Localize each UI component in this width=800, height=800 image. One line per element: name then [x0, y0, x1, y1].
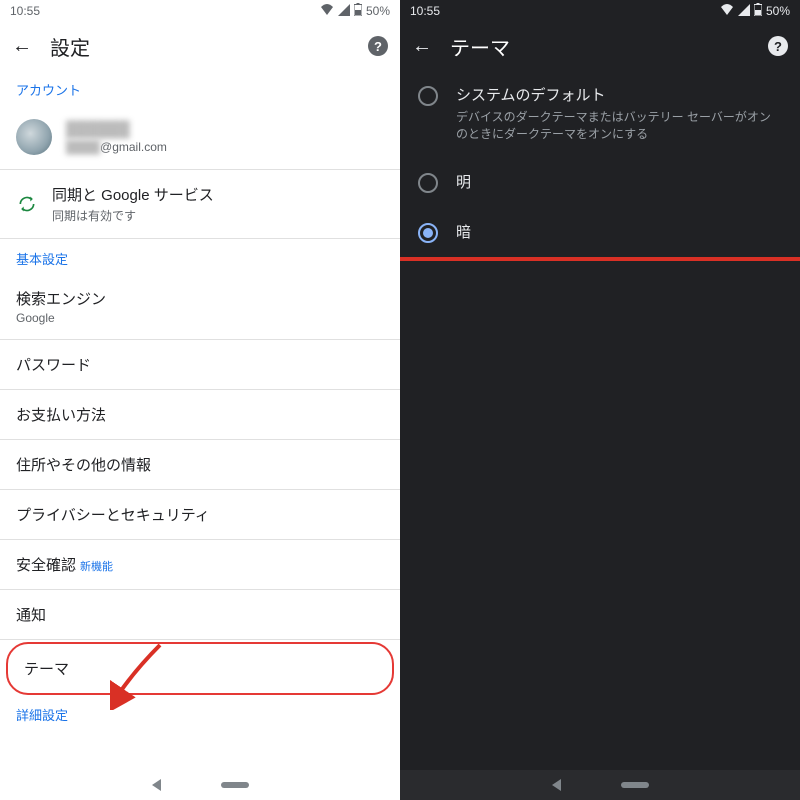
account-email: ████@gmail.com: [66, 140, 167, 154]
sync-sub: 同期は有効です: [52, 207, 214, 224]
opt3-label: 暗: [456, 221, 471, 242]
notifications-row[interactable]: 通知: [0, 590, 400, 640]
safety-row[interactable]: 安全確認新機能: [0, 540, 400, 590]
new-badge: 新機能: [80, 561, 113, 573]
section-basic: 基本設定: [0, 239, 400, 274]
wifi-icon: [320, 4, 334, 19]
radio-unselected-icon: [418, 86, 438, 106]
avatar: [16, 119, 52, 155]
sync-row[interactable]: 同期と Google サービス 同期は有効です: [0, 170, 400, 239]
navbar-dark: [400, 770, 800, 800]
radio-selected-icon: [418, 223, 438, 243]
payment-row[interactable]: お支払い方法: [0, 390, 400, 440]
back-icon-dark[interactable]: ←: [412, 36, 432, 56]
signal-icon: [738, 4, 750, 19]
nav-back-icon[interactable]: [552, 779, 561, 791]
help-icon-dark[interactable]: ?: [768, 36, 788, 56]
battery-percent-dark: 50%: [766, 4, 790, 18]
address-label: 住所やその他の情報: [16, 454, 384, 475]
sync-title: 同期と Google サービス: [52, 184, 214, 205]
status-bar: 10:55 50%: [0, 0, 400, 22]
search-engine-row[interactable]: 検索エンジン Google: [0, 274, 400, 340]
theme-option-light[interactable]: 明: [400, 157, 800, 207]
theme-option-dark[interactable]: 暗: [400, 207, 800, 257]
privacy-row[interactable]: プライバシーとセキュリティ: [0, 490, 400, 540]
annotation-underline: [400, 257, 800, 261]
sync-icon: [16, 193, 38, 215]
page-title-dark: テーマ: [450, 32, 750, 61]
theme-row[interactable]: テーマ: [6, 642, 394, 695]
nav-home-pill[interactable]: [621, 782, 649, 788]
wifi-icon: [720, 4, 734, 19]
advanced-row[interactable]: 詳細設定: [0, 697, 400, 732]
settings-panel-light: 10:55 50% ← 設定 ? アカウント ██████ ████@gmail…: [0, 0, 400, 800]
theme-option-system[interactable]: システムのデフォルト デバイスのダークテーマまたはバッテリー セーバーがオンのと…: [400, 70, 800, 157]
status-time-dark: 10:55: [410, 4, 440, 18]
signal-icon: [338, 4, 350, 19]
opt1-sub: デバイスのダークテーマまたはバッテリー セーバーがオンのときにダークテーマをオン…: [456, 109, 782, 143]
search-engine-value: Google: [16, 311, 384, 325]
status-right-dark: 50%: [720, 3, 790, 19]
header-dark: ← テーマ ?: [400, 22, 800, 70]
password-row[interactable]: パスワード: [0, 340, 400, 390]
search-engine-label: 検索エンジン: [16, 288, 384, 309]
battery-percent: 50%: [366, 4, 390, 18]
header: ← 設定 ?: [0, 22, 400, 70]
nav-back-icon[interactable]: [152, 779, 161, 791]
opt2-label: 明: [456, 171, 471, 192]
help-icon[interactable]: ?: [368, 36, 388, 56]
password-label: パスワード: [16, 354, 384, 375]
theme-panel-dark: 10:55 50% ← テーマ ? システムのデフォルト デバイスのダークテーマ…: [400, 0, 800, 800]
theme-label: テーマ: [24, 658, 376, 679]
account-name-blurred: ██████: [66, 121, 167, 138]
page-title: 設定: [50, 32, 350, 61]
back-icon[interactable]: ←: [12, 36, 32, 56]
radio-unselected-icon: [418, 173, 438, 193]
safety-label: 安全確認新機能: [16, 554, 384, 575]
notifications-label: 通知: [16, 604, 384, 625]
nav-home-pill[interactable]: [221, 782, 249, 788]
battery-icon: [754, 3, 762, 19]
navbar-light: [0, 770, 400, 800]
status-time: 10:55: [10, 4, 40, 18]
battery-icon: [354, 3, 362, 19]
section-account: アカウント: [0, 70, 400, 105]
address-row[interactable]: 住所やその他の情報: [0, 440, 400, 490]
account-row[interactable]: ██████ ████@gmail.com: [0, 105, 400, 170]
status-bar-dark: 10:55 50%: [400, 0, 800, 22]
status-right: 50%: [320, 3, 390, 19]
payment-label: お支払い方法: [16, 404, 384, 425]
opt1-title: システムのデフォルト: [456, 84, 782, 105]
privacy-label: プライバシーとセキュリティ: [16, 504, 384, 525]
